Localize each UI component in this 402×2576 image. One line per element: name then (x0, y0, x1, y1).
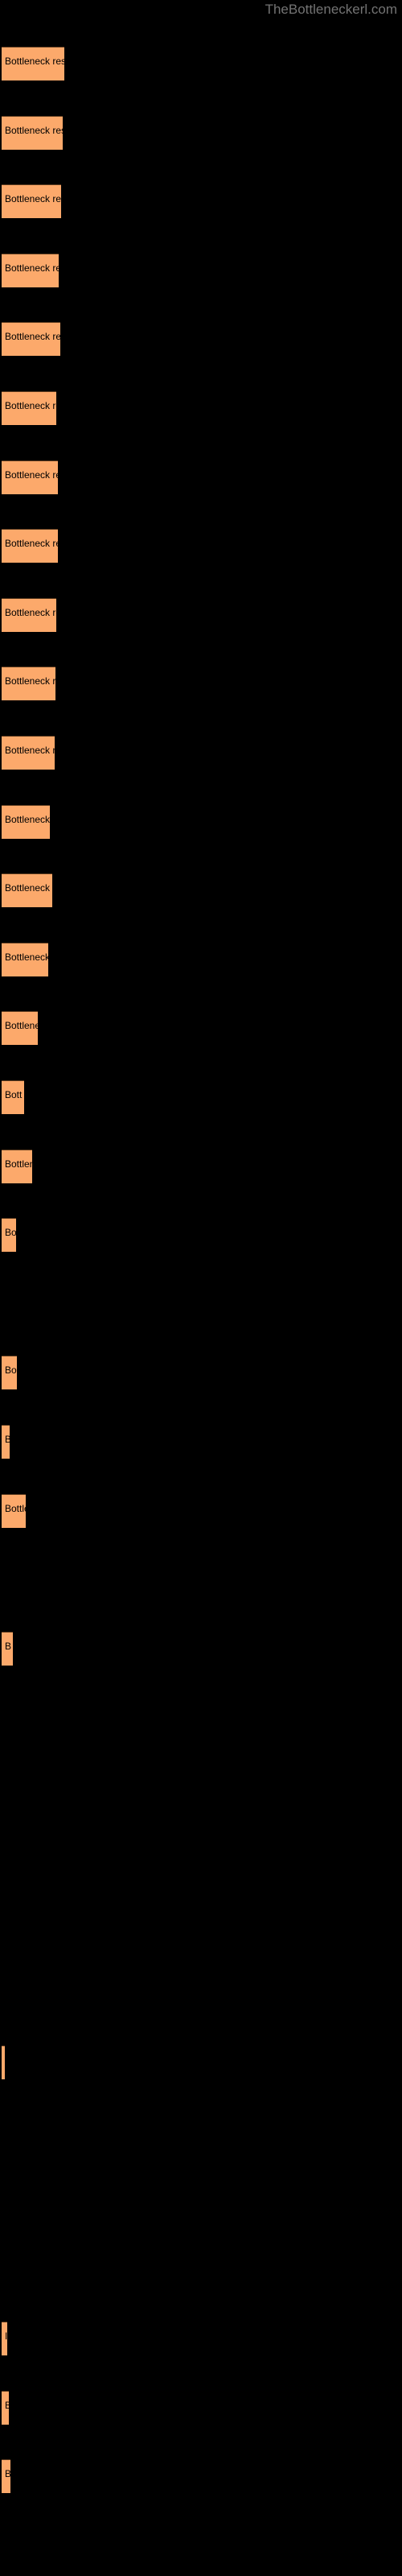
bar-4[interactable]: Bottleneck resul (2, 254, 59, 287)
bar-label: Bo (5, 1364, 17, 1376)
bar-24[interactable]: I (2, 2322, 7, 2355)
bar-16[interactable]: Bott (2, 1080, 24, 1114)
bar-label: Bottleneck re (5, 814, 50, 825)
bar-label: Bo (5, 1227, 16, 1238)
bar-10[interactable]: Bottleneck resu (2, 667, 55, 700)
bar-13[interactable]: Bottleneck res (2, 873, 52, 907)
bar-label: Bottlenec (5, 1020, 38, 1031)
site-title: TheBottleneckerl.com (265, 2, 397, 17)
bar-label: Bottleneck resu (5, 607, 56, 618)
bar-3[interactable]: Bottleneck result (2, 184, 61, 218)
bar-26[interactable]: B (2, 2459, 10, 2493)
bar-20[interactable]: B (2, 1425, 10, 1459)
bar-18[interactable]: Bo (2, 1218, 16, 1252)
bar-22[interactable]: B (2, 1632, 13, 1666)
bar-14[interactable]: Bottleneck re (2, 943, 48, 976)
bar-label: Bottlene (5, 1158, 32, 1170)
bar-label: Bott (5, 1089, 23, 1100)
bar-label: Bottle (5, 1503, 26, 1514)
bar-label: Bottleneck result (5, 125, 63, 136)
bar-label: Bottleneck resul (5, 469, 58, 481)
bar-label: Bottleneck result (5, 331, 60, 342)
bar-9[interactable]: Bottleneck resu (2, 598, 56, 632)
bar-23[interactable] (2, 2046, 5, 2079)
bar-21[interactable]: Bottle (2, 1494, 26, 1528)
bar-label: B (5, 1434, 10, 1445)
bar-label: Bottleneck resul (5, 538, 58, 549)
bar-7[interactable]: Bottleneck resul (2, 460, 58, 494)
bar-label: Bottleneck result (5, 56, 64, 67)
bar-25[interactable]: B (2, 2391, 9, 2425)
bar-11[interactable]: Bottleneck resu (2, 736, 55, 770)
bar-8[interactable]: Bottleneck resul (2, 529, 58, 563)
bar-15[interactable]: Bottlenec (2, 1011, 38, 1045)
bar-12[interactable]: Bottleneck re (2, 805, 50, 839)
bar-6[interactable]: Bottleneck resu (2, 391, 56, 425)
bar-19[interactable]: Bo (2, 1356, 17, 1389)
bar-label: B (5, 1641, 12, 1652)
bar-5[interactable]: Bottleneck result (2, 322, 60, 356)
bar-label: I (5, 2330, 7, 2342)
bar-label: Bottleneck resu (5, 400, 56, 411)
bar-1[interactable]: Bottleneck result (2, 47, 64, 80)
bar-label: B (5, 2400, 9, 2411)
bar-label: B (5, 2468, 10, 2479)
bar-label: Bottleneck resu (5, 675, 55, 687)
bottleneck-chart-page: TheBottleneckerl.com Bottleneck result Bo… (0, 0, 402, 2576)
bar-17[interactable]: Bottlene (2, 1150, 32, 1183)
bar-label: Bottleneck re (5, 952, 48, 963)
bar-label: Bottleneck resul (5, 262, 59, 274)
bar-label: Bottleneck result (5, 193, 61, 204)
bar-label: Bottleneck res (5, 882, 52, 894)
bar-label: Bottleneck resu (5, 745, 55, 756)
bar-2[interactable]: Bottleneck result (2, 116, 63, 150)
